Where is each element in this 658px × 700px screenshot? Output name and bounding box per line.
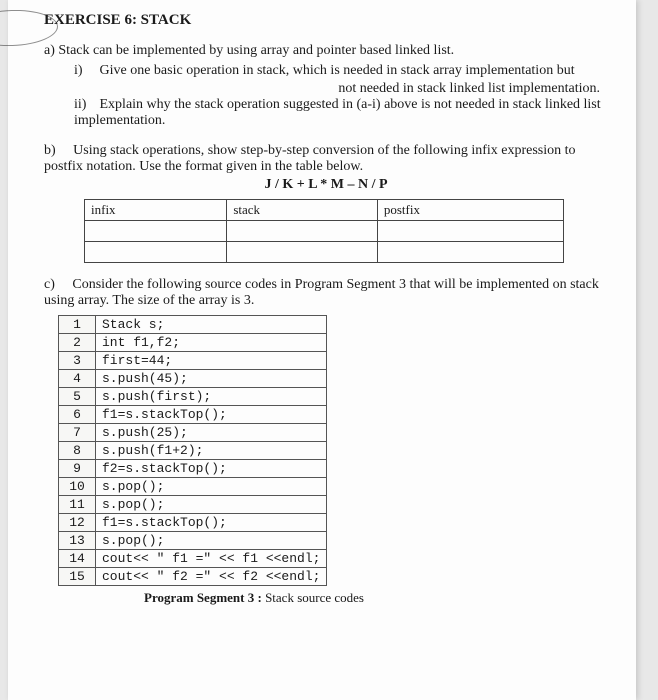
code-line: int f1,f2; — [96, 334, 327, 352]
line-num: 13 — [59, 532, 96, 550]
cell — [85, 221, 227, 242]
code-line: f2=s.stackTop(); — [96, 460, 327, 478]
b-expression: J / K + L * M – N / P — [44, 177, 608, 193]
a-i-cont: not needed in stack linked list implemen… — [74, 81, 600, 97]
cell — [227, 242, 378, 263]
b-table: infix stack postfix — [84, 199, 564, 263]
cell — [227, 221, 378, 242]
question-b: b) Using stack operations, show step-by-… — [44, 143, 608, 263]
code-line: s.pop(); — [96, 496, 327, 514]
question-a: a) Stack can be implemented by using arr… — [44, 43, 608, 129]
question-c: c) Consider the following source codes i… — [44, 277, 608, 606]
col-infix: infix — [85, 200, 227, 221]
code-table: 1Stack s; 2int f1,f2; 3first=44; 4s.push… — [58, 315, 327, 586]
b-text: Using stack operations, show step-by-ste… — [44, 143, 576, 174]
line-num: 15 — [59, 568, 96, 586]
line-num: 7 — [59, 424, 96, 442]
code-line: s.push(45); — [96, 370, 327, 388]
a-i-text: Give one basic operation in stack, which… — [100, 63, 575, 78]
cell — [377, 242, 563, 263]
line-num: 2 — [59, 334, 96, 352]
cell — [377, 221, 563, 242]
a-intro: Stack can be implemented by using array … — [58, 43, 454, 58]
code-caption: Program Segment 3 : Stack source codes — [144, 590, 608, 606]
code-line: cout<< " f2 =" << f2 <<endl; — [96, 568, 327, 586]
line-num: 14 — [59, 550, 96, 568]
exercise-title: EXERCISE 6: STACK — [44, 12, 608, 29]
code-line: s.pop(); — [96, 478, 327, 496]
code-line: f1=s.stackTop(); — [96, 406, 327, 424]
page: EXERCISE 6: STACK a) Stack can be implem… — [8, 0, 636, 700]
code-line: s.pop(); — [96, 532, 327, 550]
code-line: first=44; — [96, 352, 327, 370]
label-a-i: i) — [74, 63, 96, 79]
code-line: f1=s.stackTop(); — [96, 514, 327, 532]
col-stack: stack — [227, 200, 378, 221]
caption-rest: Stack source codes — [262, 590, 364, 605]
label-b: b) — [44, 143, 56, 158]
code-line: s.push(first); — [96, 388, 327, 406]
line-num: 4 — [59, 370, 96, 388]
line-num: 3 — [59, 352, 96, 370]
line-num: 5 — [59, 388, 96, 406]
col-postfix: postfix — [377, 200, 563, 221]
label-a: a) — [44, 43, 55, 58]
code-line: cout<< " f1 =" << f1 <<endl; — [96, 550, 327, 568]
cell — [85, 242, 227, 263]
line-num: 12 — [59, 514, 96, 532]
code-line: s.push(f1+2); — [96, 442, 327, 460]
caption-bold: Program Segment 3 : — [144, 590, 262, 605]
line-num: 6 — [59, 406, 96, 424]
code-line: Stack s; — [96, 316, 327, 334]
code-line: s.push(25); — [96, 424, 327, 442]
c-text: Consider the following source codes in P… — [44, 277, 599, 308]
line-num: 11 — [59, 496, 96, 514]
label-c: c) — [44, 277, 55, 292]
line-num: 8 — [59, 442, 96, 460]
label-a-ii: ii) — [74, 97, 96, 113]
a-ii-text: Explain why the stack operation suggeste… — [74, 97, 601, 128]
line-num: 1 — [59, 316, 96, 334]
line-num: 9 — [59, 460, 96, 478]
line-num: 10 — [59, 478, 96, 496]
